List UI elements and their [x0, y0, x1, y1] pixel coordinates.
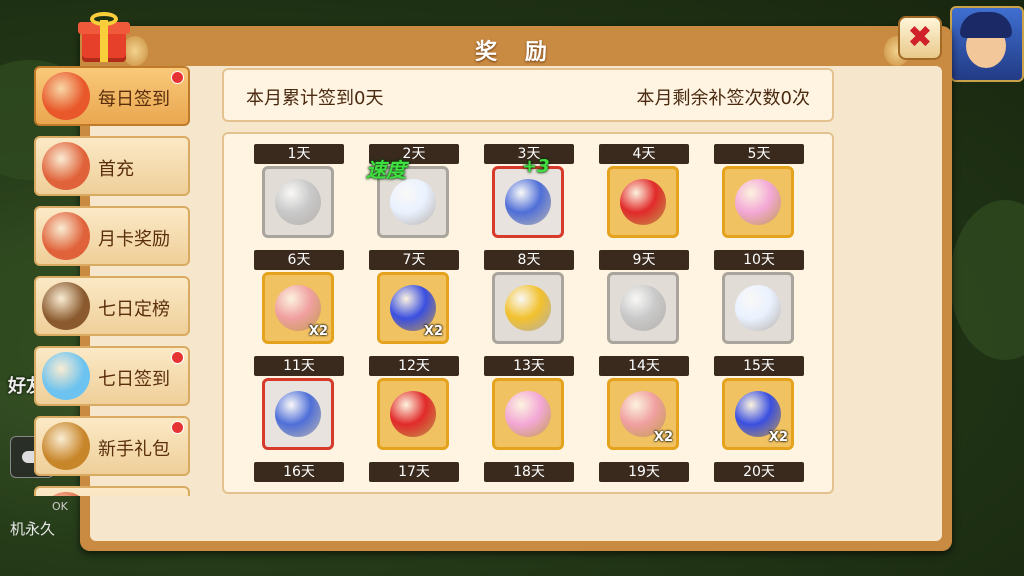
reward-item-frame[interactable] [492, 272, 564, 344]
daily-reward-grid: 1天 2天 3天 4天 5天 6天 X2 7天 X2 8天 9天 10天 11天 12天 13天 14天 X2 1… [222, 132, 834, 494]
day-label: 19天 [599, 462, 689, 482]
notification-dot [171, 351, 184, 364]
dandelion-icon [390, 179, 436, 225]
sidebar-item[interactable]: 新手礼包 [34, 416, 190, 476]
notification-dot [171, 71, 184, 84]
silver-coin-icon [620, 285, 666, 331]
reward-item-frame[interactable]: X2 [262, 272, 334, 344]
sidebar-item[interactable]: 月卡奖励 [34, 206, 190, 266]
money-bag-icon [42, 212, 90, 260]
day-label: 18天 [484, 462, 574, 482]
reward-item-frame[interactable] [722, 272, 794, 344]
day-label: 7天 [369, 250, 459, 270]
item-quantity: X2 [308, 324, 328, 339]
sidebar-item-label: 七日签到 [98, 369, 170, 390]
reward-item-frame[interactable] [262, 378, 334, 450]
day-label: 11天 [254, 356, 344, 376]
red-gem-icon [620, 179, 666, 225]
sidebar-item[interactable]: 七日定榜 [34, 276, 190, 336]
sidebar-item-label: 每日签到 [98, 89, 170, 110]
day-label: 1天 [254, 144, 344, 164]
treasure-icon [42, 422, 90, 470]
day-label: 14天 [599, 356, 689, 376]
blue-bag-icon [42, 352, 90, 400]
lucky-bag-icon [42, 72, 90, 120]
sidebar-item-label: 月卡奖励 [98, 229, 170, 250]
blue-armor-icon [275, 391, 321, 437]
sidebar-item-label: 首充 [98, 159, 134, 180]
money-bag-icon [42, 492, 90, 496]
day-label: 10天 [714, 250, 804, 270]
reward-item-frame[interactable] [492, 378, 564, 450]
gift-box-icon [78, 12, 130, 64]
sidebar-item-label: 七日定榜 [98, 299, 170, 320]
day-label: 4天 [599, 144, 689, 164]
reward-item-frame[interactable] [377, 378, 449, 450]
sidebar-item[interactable]: 每日签到 [34, 66, 190, 126]
ok-label: OK [52, 500, 68, 513]
close-button[interactable]: ✖ [898, 16, 942, 60]
reward-item-frame[interactable] [262, 166, 334, 238]
day-label: 8天 [484, 250, 574, 270]
hud-text: 机永久 [10, 520, 56, 538]
makeup-remaining-count: 本月剩余补签次数0次 [636, 88, 810, 109]
day-label: 12天 [369, 356, 459, 376]
rank-chest-icon [42, 282, 90, 330]
day-label: 16天 [254, 462, 344, 482]
silver-coin-icon [275, 179, 321, 225]
speed-buff-value: +3 [522, 156, 550, 177]
reward-item-frame[interactable]: X2 [607, 378, 679, 450]
pink-egg-icon [735, 179, 781, 225]
reward-category-sidebar: 每日签到首充月卡奖励七日定榜七日签到新手礼包 [30, 66, 192, 496]
reward-item-frame[interactable]: X2 [377, 272, 449, 344]
sidebar-item[interactable]: 七日签到 [34, 346, 190, 406]
red-gem-icon [390, 391, 436, 437]
day-label: 9天 [599, 250, 689, 270]
sign-in-info-bar: 本月累计签到0天 本月剩余补签次数0次 [222, 68, 834, 122]
day-label: 13天 [484, 356, 574, 376]
item-quantity: X2 [768, 430, 788, 445]
day-label: 20天 [714, 462, 804, 482]
foliage [950, 200, 1024, 360]
sidebar-item[interactable] [34, 486, 190, 496]
gold-coin-icon [505, 285, 551, 331]
item-quantity: X2 [653, 430, 673, 445]
day-label: 15天 [714, 356, 804, 376]
notification-dot [171, 421, 184, 434]
monthly-signed-count: 本月累计签到0天 [246, 88, 384, 109]
reward-item-frame[interactable]: X2 [722, 378, 794, 450]
title-bar: 奖 励 [78, 12, 910, 68]
item-quantity: X2 [423, 324, 443, 339]
reward-item-frame[interactable] [607, 166, 679, 238]
day-label: 5天 [714, 144, 804, 164]
reward-item-frame[interactable] [607, 272, 679, 344]
sidebar-item[interactable]: 首充 [34, 136, 190, 196]
close-icon: ✖ [907, 20, 933, 55]
window-title: 奖 励 [475, 40, 557, 65]
day-label: 6天 [254, 250, 344, 270]
speed-buff-text: 速度 [366, 158, 406, 182]
avatar-hair [960, 12, 1012, 38]
dandelion-icon [735, 285, 781, 331]
blue-armor-icon [505, 179, 551, 225]
pink-egg-icon [505, 391, 551, 437]
player-avatar[interactable] [950, 6, 1024, 82]
money-bag-icon [42, 142, 90, 190]
sidebar-item-label: 新手礼包 [98, 439, 170, 460]
day-label: 17天 [369, 462, 459, 482]
reward-item-frame[interactable] [722, 166, 794, 238]
